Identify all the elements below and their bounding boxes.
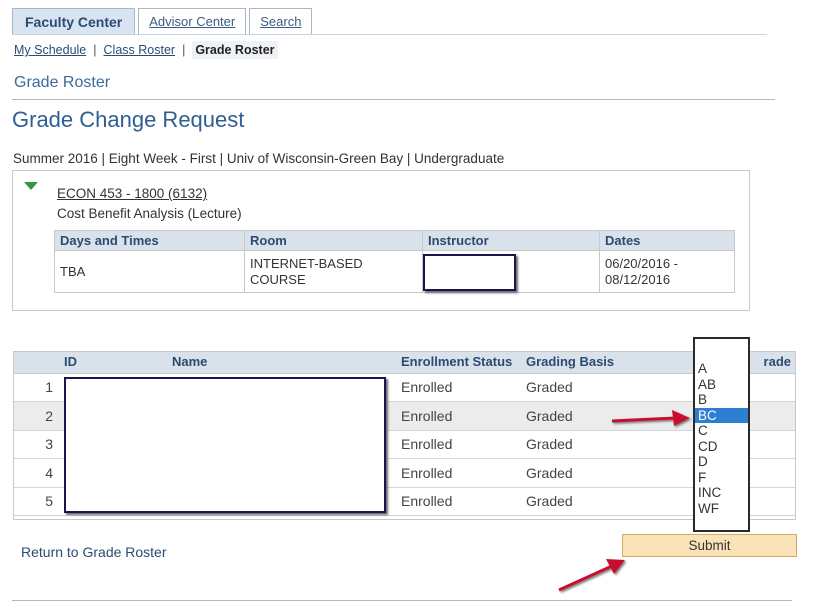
grading-basis: Graded — [521, 401, 691, 431]
col-dates: Dates — [599, 230, 735, 251]
tab-advisor-center[interactable]: Advisor Center — [138, 8, 247, 35]
col-row-number — [13, 351, 59, 374]
sub-navigation: My Schedule | Class Roster | Grade Roste… — [14, 41, 278, 59]
grade-option[interactable]: AB — [695, 377, 748, 393]
grade-option-selected[interactable]: BC — [695, 407, 748, 423]
grading-basis: Graded — [521, 487, 691, 516]
room-line-1: INTERNET-BASED — [250, 255, 363, 271]
student-redaction — [64, 377, 386, 513]
col-id: ID — [59, 351, 167, 374]
my-schedule-link[interactable]: My Schedule — [14, 41, 86, 59]
course-link[interactable]: ECON 453 - 1800 (6132) — [57, 186, 207, 201]
grading-basis: Graded — [521, 373, 691, 402]
col-days-times: Days and Times — [54, 230, 245, 251]
col-instructor: Instructor — [422, 230, 600, 251]
term-info: Summer 2016 | Eight Week - First | Univ … — [13, 151, 505, 166]
row-number: 5 — [13, 487, 59, 516]
meeting-room: INTERNET-BASED COURSE — [244, 250, 423, 293]
enrollment-status: Enrolled — [396, 487, 521, 516]
grading-basis: Graded — [521, 458, 691, 488]
section-title: Grade Roster — [14, 74, 111, 91]
grade-option[interactable]: C — [695, 423, 748, 439]
grade-dropdown-list[interactable]: A AB B BC C CD D F INC WF — [693, 337, 750, 532]
nav-separator: | — [93, 43, 97, 57]
enrollment-status: Enrolled — [396, 458, 521, 488]
submit-button[interactable]: Submit — [622, 534, 797, 557]
row-number: 4 — [13, 458, 59, 488]
tab-search-label: Search — [260, 14, 302, 29]
tab-faculty-center[interactable]: Faculty Center — [12, 8, 136, 35]
grade-option[interactable]: F — [695, 470, 748, 486]
room-line-2: COURSE — [250, 271, 306, 287]
page-title: Grade Change Request — [12, 107, 245, 132]
col-grading-basis: Grading Basis — [521, 351, 691, 374]
meeting-days: TBA — [54, 250, 245, 293]
collapse-triangle-icon[interactable] — [24, 182, 38, 190]
dates-line-1: 06/20/2016 - — [605, 255, 679, 271]
divider — [12, 99, 775, 100]
course-description: Cost Benefit Analysis (Lecture) — [57, 206, 242, 221]
grade-option[interactable]: B — [695, 392, 748, 408]
tab-search[interactable]: Search — [249, 8, 313, 35]
grade-option[interactable]: D — [695, 454, 748, 470]
nav-separator: | — [182, 43, 186, 57]
dates-line-2: 08/12/2016 — [605, 271, 671, 287]
grade-option[interactable]: CD — [695, 439, 748, 455]
enrollment-status: Enrolled — [396, 401, 521, 431]
row-number: 2 — [13, 401, 59, 431]
row-number: 1 — [13, 373, 59, 402]
grade-roster-current: Grade Roster — [192, 41, 278, 59]
roster-header-row: ID Name Enrollment Status Grading Basis … — [13, 351, 796, 374]
grade-option[interactable]: WF — [695, 501, 748, 517]
col-enrollment-status: Enrollment Status — [396, 351, 521, 374]
meeting-row: TBA INTERNET-BASED COURSE 06/20/2016 - 0… — [54, 250, 735, 293]
enrollment-status: Enrolled — [396, 430, 521, 459]
row-number: 3 — [13, 430, 59, 459]
tab-advisor-center-label: Advisor Center — [149, 14, 236, 29]
class-roster-link[interactable]: Class Roster — [104, 41, 176, 59]
grade-option[interactable]: A — [695, 361, 748, 377]
tab-divider — [12, 34, 767, 35]
grade-option[interactable]: INC — [695, 485, 748, 501]
meeting-table: Days and Times Room Instructor Dates TBA… — [54, 230, 735, 293]
enrollment-status: Enrolled — [396, 373, 521, 402]
arrow-to-submit-icon — [558, 559, 625, 592]
meeting-header-row: Days and Times Room Instructor Dates — [54, 230, 735, 251]
tab-bar: Faculty Center Advisor Center Search — [12, 8, 315, 35]
instructor-redaction — [423, 254, 516, 291]
return-to-grade-roster-link[interactable]: Return to Grade Roster — [21, 544, 167, 560]
grading-basis: Graded — [521, 430, 691, 459]
meeting-dates: 06/20/2016 - 08/12/2016 — [599, 250, 735, 293]
col-room: Room — [244, 230, 423, 251]
col-name: Name — [167, 351, 396, 374]
divider — [12, 600, 792, 601]
